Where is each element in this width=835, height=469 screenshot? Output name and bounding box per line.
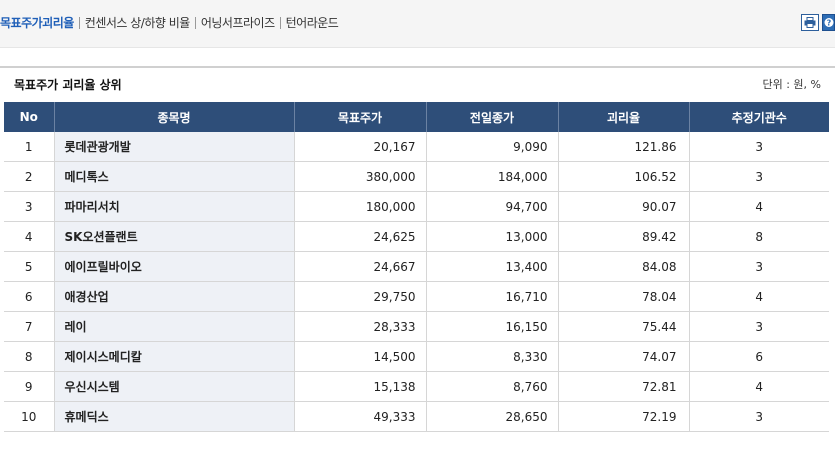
tab-target-price-gap[interactable]: 목표주가괴리율 (0, 14, 74, 31)
table-row: 8 제이시스메디칼 14,500 8,330 74.07 6 (4, 341, 829, 372)
top-navigation-bar: 목표주가괴리율 컨센서스 상/하향 비율 어닝서프라이즈 턴어라운드 ? (0, 0, 835, 48)
stock-name-link[interactable]: 메디톡스 (53, 161, 294, 192)
institution-count-cell: 3 (688, 251, 829, 282)
institution-count-cell: 3 (688, 311, 829, 342)
column-header-no: No (4, 102, 54, 132)
table-row: 7 레이 28,333 16,150 75.44 3 (4, 311, 829, 342)
prev-close-cell: 13,000 (425, 221, 558, 252)
prev-close-cell: 184,000 (425, 161, 558, 192)
target-price-cell: 29,750 (293, 281, 426, 312)
prev-close-cell: 16,710 (425, 281, 558, 312)
target-price-cell: 20,167 (293, 132, 426, 162)
unit-label: 단위 : 원, % (762, 78, 821, 91)
print-button[interactable] (801, 14, 819, 31)
table-row: 3 파마리서치 180,000 94,700 90.07 4 (4, 191, 829, 222)
row-number: 6 (4, 281, 54, 312)
prev-close-cell: 13,400 (425, 251, 558, 282)
prev-close-cell: 16,150 (425, 311, 558, 342)
table-row: 9 우신시스템 15,138 8,760 72.81 4 (4, 371, 829, 402)
institution-count-cell: 3 (688, 161, 829, 192)
target-price-cell: 380,000 (293, 161, 426, 192)
column-header-target-price: 목표주가 (293, 102, 426, 132)
target-price-cell: 49,333 (293, 401, 426, 432)
stock-name-link[interactable]: 에이프릴바이오 (53, 251, 294, 282)
gap-rate-cell: 121.86 (557, 132, 689, 162)
institution-count-cell: 3 (688, 401, 829, 432)
table-row: 2 메디톡스 380,000 184,000 106.52 3 (4, 161, 829, 192)
stock-name-link[interactable]: 휴메딕스 (53, 401, 294, 432)
tab-earnings-surprise[interactable]: 어닝서프라이즈 (201, 14, 275, 31)
row-number: 2 (4, 161, 54, 192)
gap-rate-cell: 90.07 (557, 191, 689, 222)
column-header-gap-rate: 괴리율 (557, 102, 689, 132)
help-button[interactable]: ? (822, 14, 835, 31)
row-number: 9 (4, 371, 54, 402)
institution-count-cell: 4 (688, 191, 829, 222)
target-price-cell: 15,138 (293, 371, 426, 402)
target-price-cell: 28,333 (293, 311, 426, 342)
target-price-cell: 180,000 (293, 191, 426, 222)
stock-name-link[interactable]: 레이 (53, 311, 294, 342)
gap-rate-cell: 78.04 (557, 281, 689, 312)
prev-close-cell: 9,090 (425, 132, 558, 162)
column-header-prev-close: 전일종가 (425, 102, 558, 132)
prev-close-cell: 94,700 (425, 191, 558, 222)
row-number: 4 (4, 221, 54, 252)
stock-name-link[interactable]: SK오션플랜트 (53, 221, 294, 252)
row-number: 10 (4, 401, 54, 432)
row-number: 3 (4, 191, 54, 222)
target-price-cell: 14,500 (293, 341, 426, 372)
tab-turnaround[interactable]: 턴어라운드 (286, 14, 339, 31)
gap-rate-cell: 84.08 (557, 251, 689, 282)
column-header-institution-count: 추정기관수 (688, 102, 829, 132)
prev-close-cell: 8,330 (425, 341, 558, 372)
gap-rate-cell: 89.42 (557, 221, 689, 252)
svg-text:?: ? (826, 19, 831, 28)
stock-name-link[interactable]: 제이시스메디칼 (53, 341, 294, 372)
analysis-tabs: 목표주가괴리율 컨센서스 상/하향 비율 어닝서프라이즈 턴어라운드 (0, 14, 339, 31)
tab-divider (194, 16, 196, 29)
institution-count-cell: 3 (688, 132, 829, 162)
prev-close-cell: 8,760 (425, 371, 558, 402)
stock-name-link[interactable]: 애경산업 (53, 281, 294, 312)
stock-name-link[interactable]: 우신시스템 (53, 371, 294, 402)
table-row: 10 휴메딕스 49,333 28,650 72.19 3 (4, 401, 829, 432)
gap-rate-cell: 72.19 (557, 401, 689, 432)
gap-rate-cell: 74.07 (557, 341, 689, 372)
stock-name-link[interactable]: 롯데관광개발 (53, 132, 294, 162)
table-row: 5 에이프릴바이오 24,667 13,400 84.08 3 (4, 251, 829, 282)
table-header-row: No 종목명 목표주가 전일종가 괴리율 추정기관수 (4, 102, 829, 132)
row-number: 5 (4, 251, 54, 282)
section-divider (0, 66, 835, 68)
prev-close-cell: 28,650 (425, 401, 558, 432)
section-title: 목표주가 괴리율 상위 (14, 78, 122, 92)
toolbar: ? (801, 14, 835, 31)
tab-divider (78, 16, 80, 29)
target-price-gap-table: No 종목명 목표주가 전일종가 괴리율 추정기관수 1 롯데관광개발 20,1… (4, 102, 829, 432)
tab-divider (279, 16, 281, 29)
institution-count-cell: 4 (688, 281, 829, 312)
gap-rate-cell: 75.44 (557, 311, 689, 342)
help-icon: ? (824, 18, 833, 28)
institution-count-cell: 6 (688, 341, 829, 372)
table-row: 6 애경산업 29,750 16,710 78.04 4 (4, 281, 829, 312)
row-number: 7 (4, 311, 54, 342)
gap-rate-cell: 106.52 (557, 161, 689, 192)
institution-count-cell: 4 (688, 371, 829, 402)
table-row: 1 롯데관광개발 20,167 9,090 121.86 3 (4, 132, 829, 162)
print-icon (804, 17, 816, 28)
institution-count-cell: 8 (688, 221, 829, 252)
row-number: 1 (4, 132, 54, 162)
target-price-cell: 24,667 (293, 251, 426, 282)
target-price-cell: 24,625 (293, 221, 426, 252)
table-row: 4 SK오션플랜트 24,625 13,000 89.42 8 (4, 221, 829, 252)
stock-name-link[interactable]: 파마리서치 (53, 191, 294, 222)
row-number: 8 (4, 341, 54, 372)
column-header-name: 종목명 (53, 102, 294, 132)
tab-consensus-ratio[interactable]: 컨센서스 상/하향 비율 (85, 14, 191, 31)
gap-rate-cell: 72.81 (557, 371, 689, 402)
